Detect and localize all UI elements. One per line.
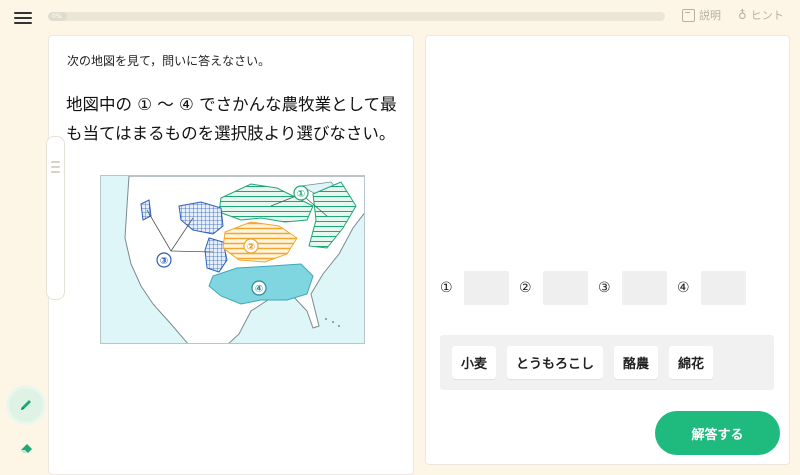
answer-slot-4[interactable] bbox=[701, 271, 746, 305]
slot-label-3: ③ bbox=[598, 280, 611, 296]
explain-button[interactable]: 説明 bbox=[682, 7, 721, 23]
grip-line bbox=[51, 166, 60, 168]
slot-label-4: ④ bbox=[677, 280, 690, 296]
choice-wheat[interactable]: 小麦 bbox=[452, 346, 497, 379]
map-label-3: ③ bbox=[160, 256, 168, 267]
pencil-icon bbox=[21, 400, 31, 410]
lightbulb-icon: ♁ bbox=[738, 8, 747, 22]
slot-label-1: ① bbox=[440, 280, 453, 296]
panel-drag-handle[interactable] bbox=[46, 136, 65, 300]
answer-panel: ① ② ③ ④ 小麦 とうもろこし 酪農 綿花 解答する bbox=[425, 35, 790, 465]
hint-button[interactable]: ♁ ヒント bbox=[738, 7, 784, 23]
explain-label: 説明 bbox=[699, 9, 721, 22]
menu-icon-line bbox=[14, 22, 32, 24]
slot-label-2: ② bbox=[519, 280, 532, 296]
choice-cotton[interactable]: 綿花 bbox=[669, 346, 714, 379]
answer-slot-3[interactable] bbox=[622, 271, 667, 305]
eraser-icon bbox=[21, 444, 32, 453]
map-label-1: ① bbox=[297, 189, 305, 200]
grip-line bbox=[51, 161, 60, 163]
choice-corn[interactable]: とうもろこし bbox=[507, 346, 604, 379]
grip-line bbox=[51, 171, 60, 173]
map-label-2: ② bbox=[247, 242, 255, 253]
choice-tray: 小麦 とうもろこし 酪農 綿花 bbox=[440, 335, 774, 390]
map-label-4: ④ bbox=[255, 284, 263, 295]
book-icon bbox=[682, 8, 695, 22]
pen-tool-button[interactable] bbox=[9, 388, 43, 422]
answer-slots: ① ② ③ ④ bbox=[440, 271, 756, 305]
question-panel: 次の地図を見て，問いに答えなさい。 地図中の ① 〜 ④ でさかんな農牧業として… bbox=[48, 35, 414, 475]
map-figure: ① ② ③ ④ bbox=[101, 176, 364, 343]
choice-dairy[interactable]: 酪農 bbox=[614, 346, 659, 379]
menu-icon-line bbox=[14, 17, 32, 19]
hint-label: ヒント bbox=[750, 9, 784, 22]
north-america-map: ① ② ③ ④ bbox=[100, 175, 365, 344]
progress-fill: 0% bbox=[48, 12, 67, 21]
submit-answer-button[interactable]: 解答する bbox=[655, 411, 780, 455]
menu-icon-line bbox=[14, 12, 32, 14]
question-text: 地図中の ① 〜 ④ でさかんな農牧業として最も当てはまるものを選択肢より選びな… bbox=[66, 95, 397, 143]
eraser-tool-button[interactable] bbox=[15, 438, 39, 458]
progress-label: 0% bbox=[52, 13, 62, 20]
question-instruction: 次の地図を見て，問いに答えなさい。 bbox=[67, 54, 271, 68]
answer-slot-2[interactable] bbox=[543, 271, 588, 305]
menu-button[interactable] bbox=[14, 9, 32, 25]
answer-slot-1[interactable] bbox=[464, 271, 509, 305]
progress-bar: 0% bbox=[48, 12, 665, 21]
